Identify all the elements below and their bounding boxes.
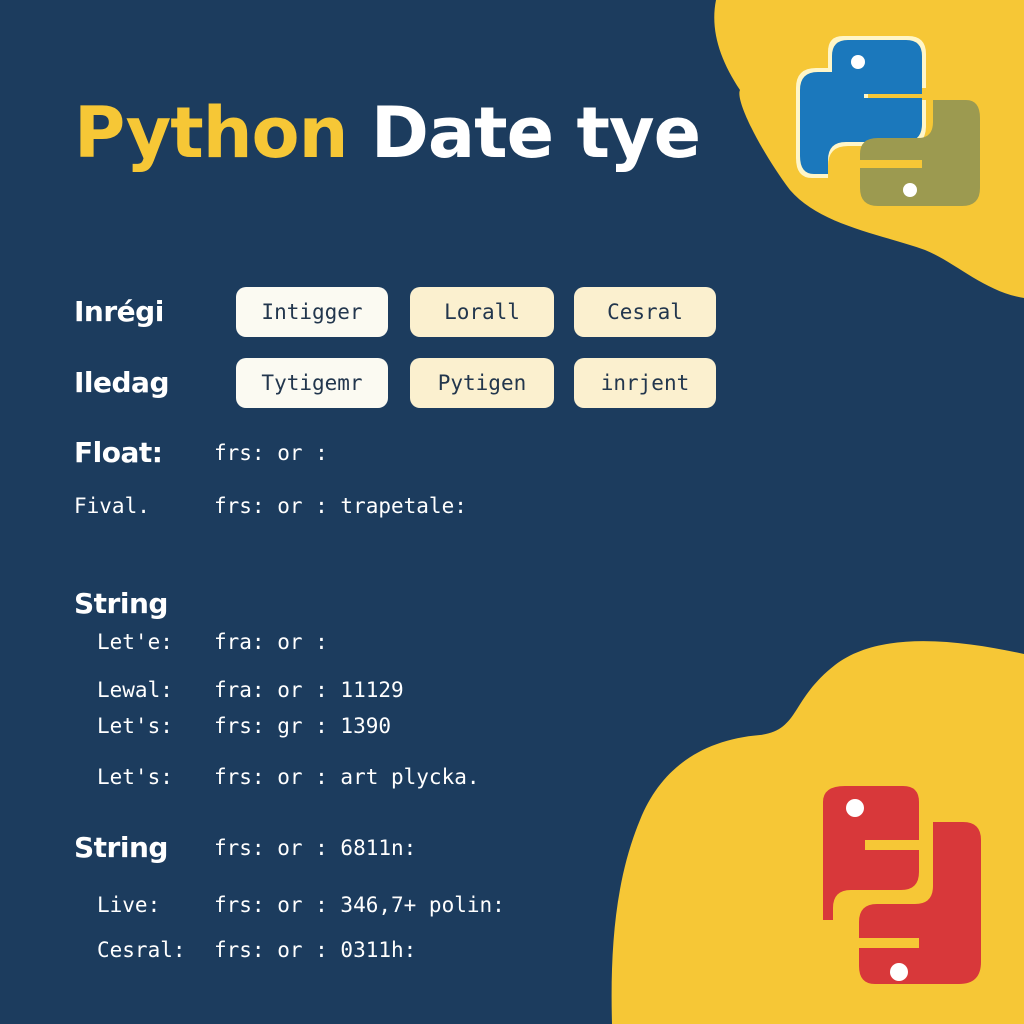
string1-item-value: fra: or : 11129 (214, 678, 404, 702)
float-heading-value: frs: or : (214, 441, 328, 465)
title-python: Python (74, 92, 348, 174)
string1-item-value: fra: or : (214, 630, 328, 654)
python-logo-bottom-icon (823, 786, 981, 984)
chip-pytigen[interactable]: Pytigen (410, 358, 554, 408)
float-sub-label: Fival. (74, 494, 150, 518)
float-sub-value: frs: or : trapetale: (214, 494, 467, 518)
string1-item-label: Let's: (97, 714, 173, 738)
chip-tytigemr[interactable]: Tytigemr (236, 358, 388, 408)
string1-item-value: frs: gr : 1390 (214, 714, 392, 738)
string1-item-label: Let'e: (97, 630, 173, 654)
string1-item-value: frs: or : art plycka. (214, 765, 480, 789)
string2-heading-value: frs: or : 6811n: (214, 836, 417, 860)
row1-label: Inrégi (74, 295, 164, 328)
python-logo-top-icon (796, 36, 980, 206)
chip-cesral[interactable]: Cesral (574, 287, 716, 337)
chip-inrjent[interactable]: inrjent (574, 358, 716, 408)
chip-intigger[interactable]: Intigger (236, 287, 388, 337)
string2-item-value: frs: or : 346,7+ polin: (214, 893, 505, 917)
string1-item-label: Let's: (97, 765, 173, 789)
string2-item-value: frs: or : 0311h: (214, 938, 417, 962)
string1-item-label: Lewal: (97, 678, 173, 702)
chip-lorall[interactable]: Lorall (410, 287, 554, 337)
string2-item-label: Live: (97, 893, 161, 917)
row2-label: Iledag (74, 366, 170, 399)
float-heading: Float: (74, 436, 163, 469)
string2-item-label: Cesral: (97, 938, 186, 962)
string2-heading: String (74, 831, 168, 864)
title-rest: Date tye (370, 92, 701, 174)
page-title: Python Date tye (74, 98, 701, 168)
string1-heading: String (74, 587, 168, 620)
